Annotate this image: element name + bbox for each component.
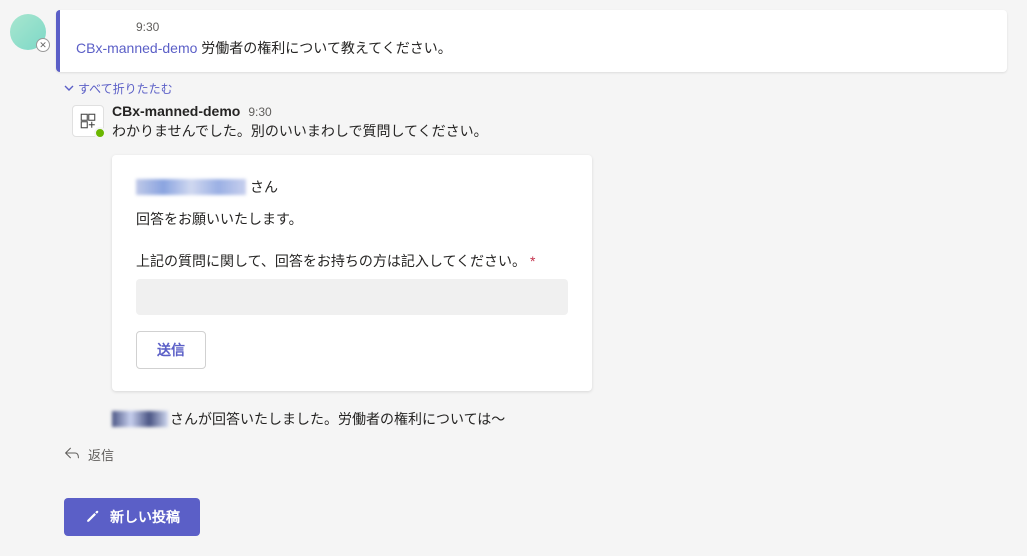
presence-available-icon: [94, 127, 106, 139]
answer-text: さんが回答いたしました。労働者の権利については～: [170, 409, 505, 429]
reply-button[interactable]: 返信: [64, 445, 1007, 464]
reply-content: CBx-manned-demo 9:30 わかりませんでした。別のいいまわしで質…: [112, 103, 997, 441]
answer-line: さんが回答いたしました。労働者の権利については～: [112, 409, 997, 429]
bot-name[interactable]: CBx-manned-demo: [112, 103, 240, 119]
new-post-button[interactable]: 新しい投稿: [64, 498, 200, 536]
reply-timestamp: 9:30: [248, 105, 271, 119]
avatar-column: ✕: [0, 10, 56, 50]
card-user-line: さん: [136, 177, 568, 197]
main-message-card[interactable]: 9:30 CBx-manned-demo 労働者の権利について教えてください。: [56, 10, 1007, 72]
new-post-label: 新しい投稿: [110, 507, 180, 527]
chevron-down-icon: [64, 82, 74, 96]
collapse-all-button[interactable]: すべて折りたたむ: [64, 80, 1007, 97]
reply-icon: [64, 446, 80, 463]
required-asterisk: *: [530, 253, 535, 269]
new-post-row: 新しい投稿: [64, 498, 1007, 536]
redacted-user-name: [136, 179, 246, 195]
reply-label: 返信: [88, 445, 114, 464]
bot-reply-row: CBx-manned-demo 9:30 わかりませんでした。別のいいまわしで質…: [64, 103, 997, 441]
main-message-row: ✕ 9:30 CBx-manned-demo 労働者の権利について教えてください…: [0, 10, 1007, 72]
user-suffix: さん: [250, 177, 278, 197]
card-instruction: 回答をお願いいたします。: [136, 209, 568, 229]
bot-avatar-wrap: [64, 103, 112, 137]
mention-link[interactable]: CBx-manned-demo: [76, 40, 197, 56]
redacted-responder-name: [112, 411, 168, 427]
message-text: 労働者の権利について教えてください。: [197, 40, 451, 56]
response-card: さん 回答をお願いいたします。 上記の質問に関して、回答をお持ちの方は記入してく…: [112, 155, 592, 391]
status-unknown-icon: ✕: [36, 38, 50, 52]
collapse-label: すべて折りたたむ: [78, 80, 173, 97]
compose-icon: [84, 509, 100, 525]
card-field-label: 上記の質問に関して、回答をお持ちの方は記入してください。*: [136, 251, 568, 271]
submit-button[interactable]: 送信: [136, 331, 206, 369]
app-icon: [79, 112, 97, 130]
message-timestamp: 9:30: [136, 20, 991, 34]
reply-header: CBx-manned-demo 9:30: [112, 103, 997, 119]
reply-text: わかりませんでした。別のいいまわしで質問してください。: [112, 121, 997, 141]
chat-container: ✕ 9:30 CBx-manned-demo 労働者の権利について教えてください…: [0, 0, 1027, 556]
field-label-text: 上記の質問に関して、回答をお持ちの方は記入してください。: [136, 253, 526, 269]
answer-input[interactable]: [136, 279, 568, 315]
